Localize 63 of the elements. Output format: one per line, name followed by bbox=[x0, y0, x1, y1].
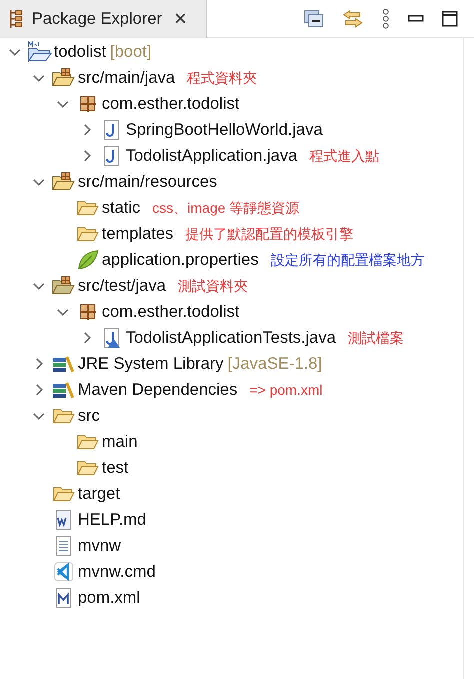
tree-item-label[interactable]: HELP.md bbox=[78, 508, 146, 532]
package-icon bbox=[79, 303, 97, 321]
tree-item-label[interactable]: todolist bbox=[54, 40, 106, 64]
tree-item-label[interactable]: com.esther.todolist bbox=[102, 92, 240, 116]
source-folder-icon bbox=[52, 276, 76, 296]
tree-item-label[interactable]: Maven Dependencies bbox=[78, 378, 238, 402]
close-button[interactable]: × bbox=[174, 8, 188, 30]
tree-item-label[interactable]: templates bbox=[102, 222, 174, 246]
tree-item-label[interactable]: src/test/java bbox=[78, 274, 166, 298]
annotation: 設定所有的配置檔案地方 bbox=[270, 250, 425, 270]
annotation: 提供了默認配置的模板引擎 bbox=[186, 224, 354, 244]
tree-item-label[interactable]: static bbox=[102, 196, 141, 220]
view-tab[interactable]: Package Explorer × bbox=[0, 0, 207, 38]
java-file-icon bbox=[103, 327, 121, 349]
tree-item-label[interactable]: src/main/resources bbox=[78, 170, 218, 194]
minimize-icon[interactable] bbox=[408, 14, 424, 22]
library-icon bbox=[52, 355, 76, 373]
maven-file-icon bbox=[55, 587, 73, 609]
tree-item-label[interactable]: com.esther.todolist bbox=[102, 300, 240, 324]
item-decoration: [boot] bbox=[110, 42, 152, 63]
code-editor-icon bbox=[54, 562, 74, 582]
java-file-icon bbox=[103, 145, 121, 167]
tree-item-label[interactable]: TodolistApplication.java bbox=[126, 144, 298, 168]
tree-item-label[interactable]: TodolistApplicationTests.java bbox=[126, 326, 336, 350]
collapse-all-icon[interactable] bbox=[304, 10, 324, 28]
item-decoration: [JavaSE-1.8] bbox=[228, 354, 322, 375]
tree-item-label[interactable]: pom.xml bbox=[78, 586, 140, 610]
source-folder-icon bbox=[52, 68, 76, 88]
folder-icon bbox=[77, 459, 99, 477]
tree-item-label[interactable]: main bbox=[102, 430, 138, 454]
annotation: 程式進入點 bbox=[310, 146, 380, 166]
annotation: 測試資料夾 bbox=[178, 276, 248, 296]
tree-item-label[interactable]: mvnw bbox=[78, 534, 122, 558]
tree-item-label[interactable]: src/main/java bbox=[78, 66, 176, 90]
tree-item-label[interactable]: mvnw.cmd bbox=[78, 560, 156, 584]
folder-icon bbox=[77, 199, 99, 217]
tree-item-label[interactable]: test bbox=[102, 456, 129, 480]
text-file-icon bbox=[55, 535, 73, 557]
folder-icon bbox=[77, 225, 99, 243]
link-arrows-icon[interactable] bbox=[342, 10, 364, 28]
project-folder-icon bbox=[27, 41, 53, 63]
more-options-icon[interactable] bbox=[382, 8, 390, 28]
package-explorer-icon bbox=[8, 9, 24, 29]
folder-icon bbox=[53, 485, 75, 503]
leaf-icon bbox=[77, 250, 99, 270]
tree-item-label[interactable]: target bbox=[78, 482, 120, 506]
folder-icon bbox=[53, 407, 75, 425]
annotation: css、image 等靜態資源 bbox=[152, 198, 300, 218]
tree-item-label[interactable]: JRE System Library bbox=[78, 352, 224, 376]
library-icon bbox=[52, 381, 76, 399]
java-file-icon bbox=[103, 119, 121, 141]
annotation: 程式資料夾 bbox=[187, 68, 258, 88]
maximize-icon[interactable] bbox=[442, 10, 458, 26]
annotation: => pom.xml bbox=[250, 380, 323, 400]
tree-item-label[interactable]: application.properties bbox=[102, 248, 259, 272]
tree-item-label[interactable]: src bbox=[78, 404, 100, 428]
word-file-icon bbox=[55, 509, 73, 531]
tab-title: Package Explorer bbox=[32, 8, 162, 30]
source-folder-icon bbox=[52, 172, 76, 192]
package-icon bbox=[79, 95, 97, 113]
folder-icon bbox=[77, 433, 99, 451]
annotation: 測試檔案 bbox=[348, 328, 404, 348]
tree-item-label[interactable]: SpringBootHelloWorld.java bbox=[126, 118, 323, 142]
